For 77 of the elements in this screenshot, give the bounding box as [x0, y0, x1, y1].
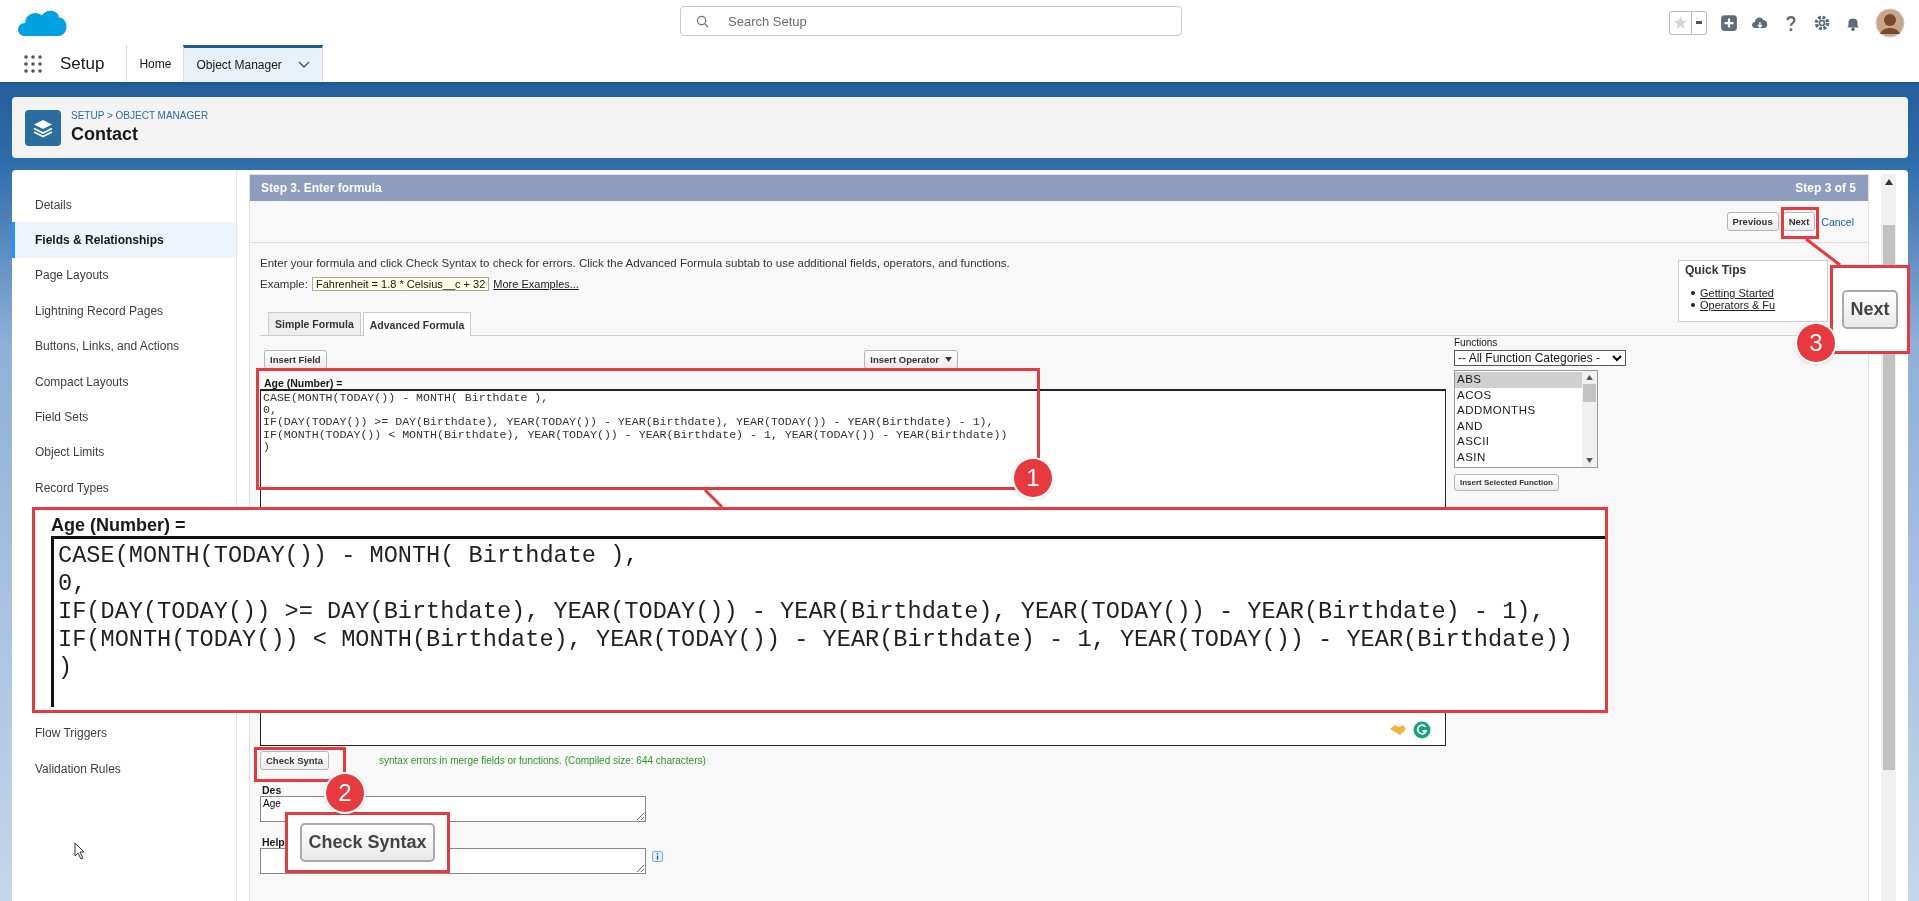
- nav-tab[interactable]: Object Manager: [183, 45, 323, 82]
- insert-field-button[interactable]: Insert Field: [264, 350, 327, 369]
- code-line: IF(DAY(TODAY()) >= DAY(Birthdate), YEAR(TODAY()) - YEAR(Birthdate), YEAR(TODAY()) - YEAR(Birthdate) - 1),: [263, 416, 995, 429]
- zoomed-code-line: IF(DAY(TODAY()) >= DAY(Birthdate), YEAR(TODAY()) - YEAR(Birthdate), YEAR(TODAY()) - YEAR(Birthdate) - 1),: [58, 598, 1546, 626]
- sidebar-item[interactable]: Validation Rules: [12, 750, 236, 787]
- code-line: CASE(MONTH(TODAY()) - MONTH( Birthdate ),: [263, 392, 550, 405]
- page-title: Contact: [71, 124, 139, 145]
- sidebar-item[interactable]: Flow Triggers: [12, 715, 236, 751]
- scroll-up-icon[interactable]: [1884, 179, 1893, 185]
- scroll-down-icon[interactable]: [1586, 458, 1593, 463]
- highlight-frame: [1781, 207, 1819, 239]
- function-option[interactable]: AND: [1455, 418, 1582, 434]
- step-number-badge: 2: [326, 774, 364, 812]
- app-launcher-icon[interactable]: [24, 54, 42, 73]
- search-field[interactable]: Search Setup: [680, 6, 1182, 36]
- layers-icon: [25, 109, 61, 146]
- category-dropdown[interactable]: -- All Function Categories -: [1454, 350, 1626, 366]
- instructions-text: Enter your formula and click Check Syntax to check for errors. Click the Advanced Formula subtab to use additional fields, operators, and functions.: [260, 257, 1010, 269]
- app-name: Setup: [60, 53, 105, 74]
- sidebar-item[interactable]: Lightning Record Pages: [12, 293, 236, 329]
- tip-link[interactable]: Operators & Fu: [1700, 299, 1776, 311]
- cancel-link[interactable]: Cancel: [1821, 215, 1854, 228]
- zoomed-formula-label: Age (Number) =: [51, 515, 186, 536]
- code-line: ): [263, 440, 270, 453]
- chevron-icon[interactable]: [297, 61, 310, 69]
- breadcrumb[interactable]: SETUP > OBJECT MANAGER: [71, 110, 209, 121]
- formula-tab[interactable]: Simple Formula: [268, 312, 361, 335]
- zoomed-code-line: ): [58, 654, 74, 682]
- caret-icon: [945, 357, 952, 362]
- sidebar-item[interactable]: Object Limits: [12, 434, 236, 471]
- chevron-icon: [1612, 354, 1622, 362]
- function-option[interactable]: ADDMONTHS: [1455, 403, 1582, 419]
- step-button[interactable]: Next: [1782, 212, 1816, 231]
- step-button[interactable]: Previous: [1726, 212, 1779, 231]
- more-examples-link[interactable]: More Examples...: [493, 278, 579, 290]
- search-icon: [696, 15, 709, 28]
- help-label: Help: [262, 836, 285, 848]
- scroll-up-icon[interactable]: [1586, 375, 1593, 380]
- settings-icon[interactable]: [1813, 13, 1831, 32]
- function-option[interactable]: ABS: [1455, 372, 1582, 388]
- step-number-badge: 1: [1014, 459, 1052, 497]
- code-line: 0,: [263, 404, 278, 417]
- step-title: Step 3. Enter formula: [261, 181, 382, 195]
- quick-tips-title: Quick Tips: [1685, 263, 1747, 277]
- cursor-icon: [74, 842, 86, 860]
- sidebar-item[interactable]: Field Sets: [12, 399, 236, 435]
- formula-label: Age (Number) =: [264, 377, 343, 389]
- scrollbar[interactable]: [1582, 371, 1597, 467]
- zoomed-code-line: CASE(MONTH(TODAY()) - MONTH( Birthdate ),: [58, 542, 640, 570]
- add-icon[interactable]: [1720, 13, 1738, 32]
- sidebar-item[interactable]: Details: [12, 187, 236, 223]
- step-counter: Step 3 of 5: [1795, 181, 1856, 195]
- function-option[interactable]: ASIN: [1455, 449, 1582, 465]
- description-label: Des: [262, 784, 282, 796]
- grammar-assistant-icon[interactable]: [1413, 721, 1431, 739]
- avatar-icon[interactable]: [1875, 7, 1905, 38]
- check-syntax-button[interactable]: Check Synta: [260, 751, 330, 770]
- sidebar-item[interactable]: Compact Layouts: [12, 363, 236, 400]
- insert-function-button[interactable]: Insert Selected Function: [1454, 474, 1559, 491]
- formula-tab[interactable]: Advanced Formula: [362, 312, 472, 336]
- function-option[interactable]: ACOS: [1455, 387, 1582, 403]
- example-label: Example:: [260, 278, 308, 290]
- functions-label: Functions: [1454, 337, 1498, 348]
- zoomed-code-line: IF(MONTH(TODAY()) < MONTH(Birthdate), YEAR(TODAY()) - YEAR(Birthdate) - 1, YEAR(TODAY()) - YEAR(Birthdate)): [58, 626, 1574, 654]
- tip-link[interactable]: Getting Started: [1700, 287, 1774, 299]
- syntax-message: syntax errors in merge fields or functions. (Compiled size: 644 characters): [379, 755, 706, 766]
- sidebar-item[interactable]: Page Layouts: [12, 257, 236, 294]
- example-value: Fahrenheit = 1.8 * Celsius__c + 32: [311, 277, 490, 291]
- scroll-thumb[interactable]: [1583, 384, 1596, 402]
- sidebar-item[interactable]: Record Types: [12, 470, 236, 506]
- info-icon: [652, 851, 663, 862]
- sidebar-item[interactable]: Fields & Relationships: [12, 222, 236, 258]
- step-number-badge: 3: [1797, 324, 1835, 362]
- zoomed-code-line: 0,: [58, 570, 88, 598]
- function-option[interactable]: ASCII: [1455, 434, 1582, 450]
- sidebar-item[interactable]: Buttons, Links, and Actions: [12, 328, 236, 364]
- code-line: IF(MONTH(TODAY()) < MONTH(Birthdate), YEAR(TODAY()) - YEAR(Birthdate) - 1, YEAR(TODAY()) - YEAR(Birthdate)): [263, 428, 1009, 441]
